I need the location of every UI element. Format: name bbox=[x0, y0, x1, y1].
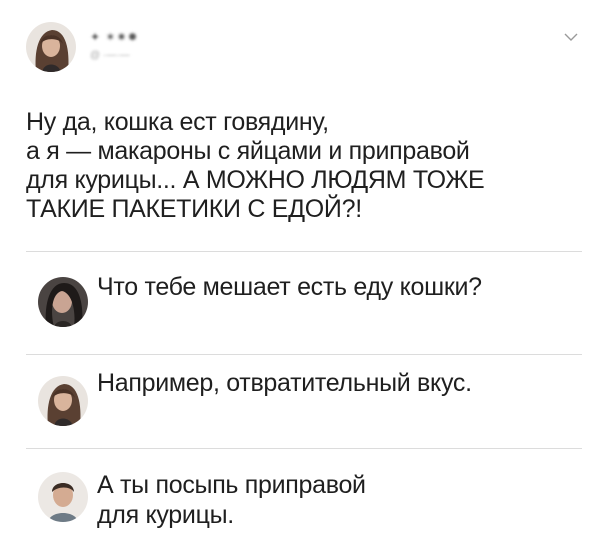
avatar[interactable] bbox=[38, 277, 88, 327]
reply-text-line: Например, отвратительный вкус. bbox=[97, 369, 472, 397]
tweet-text-line: для курицы... А МОЖНО ЛЮДЯМ ТОЖЕ bbox=[26, 166, 485, 194]
reply-text: Например, отвратительный вкус. bbox=[97, 368, 472, 398]
reply-item[interactable]: Что тебе мешает есть еду кошки? bbox=[26, 265, 586, 340]
author-avatar[interactable] bbox=[26, 22, 76, 72]
reply-text: А ты посыпь приправой для курицы. bbox=[97, 470, 366, 530]
tweet-text-line: Ну да, кошка ест говядину, bbox=[26, 108, 329, 136]
avatar[interactable] bbox=[38, 376, 88, 426]
reply-text: Что тебе мешает есть еду кошки? bbox=[97, 272, 482, 302]
chevron-down-icon[interactable] bbox=[562, 30, 580, 44]
author-handle[interactable]: @ ·—·— bbox=[90, 50, 130, 61]
tweet-text-line: ТАКИЕ ПАКЕТИКИ С ЕДОЙ?! bbox=[26, 195, 362, 223]
tweet-header: ✦ ✶✷✸ @ ·—·— bbox=[26, 22, 586, 78]
divider bbox=[26, 448, 582, 449]
reply-text-line: для курицы. bbox=[97, 501, 234, 529]
reply-text-line: А ты посыпь приправой bbox=[97, 471, 366, 499]
reply-item[interactable]: Например, отвратительный вкус. bbox=[26, 364, 586, 439]
avatar[interactable] bbox=[38, 472, 88, 522]
author-name[interactable]: ✦ ✶✷✸ bbox=[90, 30, 139, 44]
divider bbox=[26, 251, 582, 252]
tweet-text: Ну да, кошка ест говядину, а я — макарон… bbox=[26, 108, 576, 224]
reply-item[interactable]: А ты посыпь приправой для курицы. bbox=[26, 462, 586, 552]
tweet-card: ✦ ✶✷✸ @ ·—·— Ну да, кошка ест говядину, … bbox=[0, 0, 600, 556]
divider bbox=[26, 354, 582, 355]
reply-text-line: Что тебе мешает есть еду кошки? bbox=[97, 273, 482, 301]
tweet-text-line: а я — макароны с яйцами и приправой bbox=[26, 137, 470, 165]
